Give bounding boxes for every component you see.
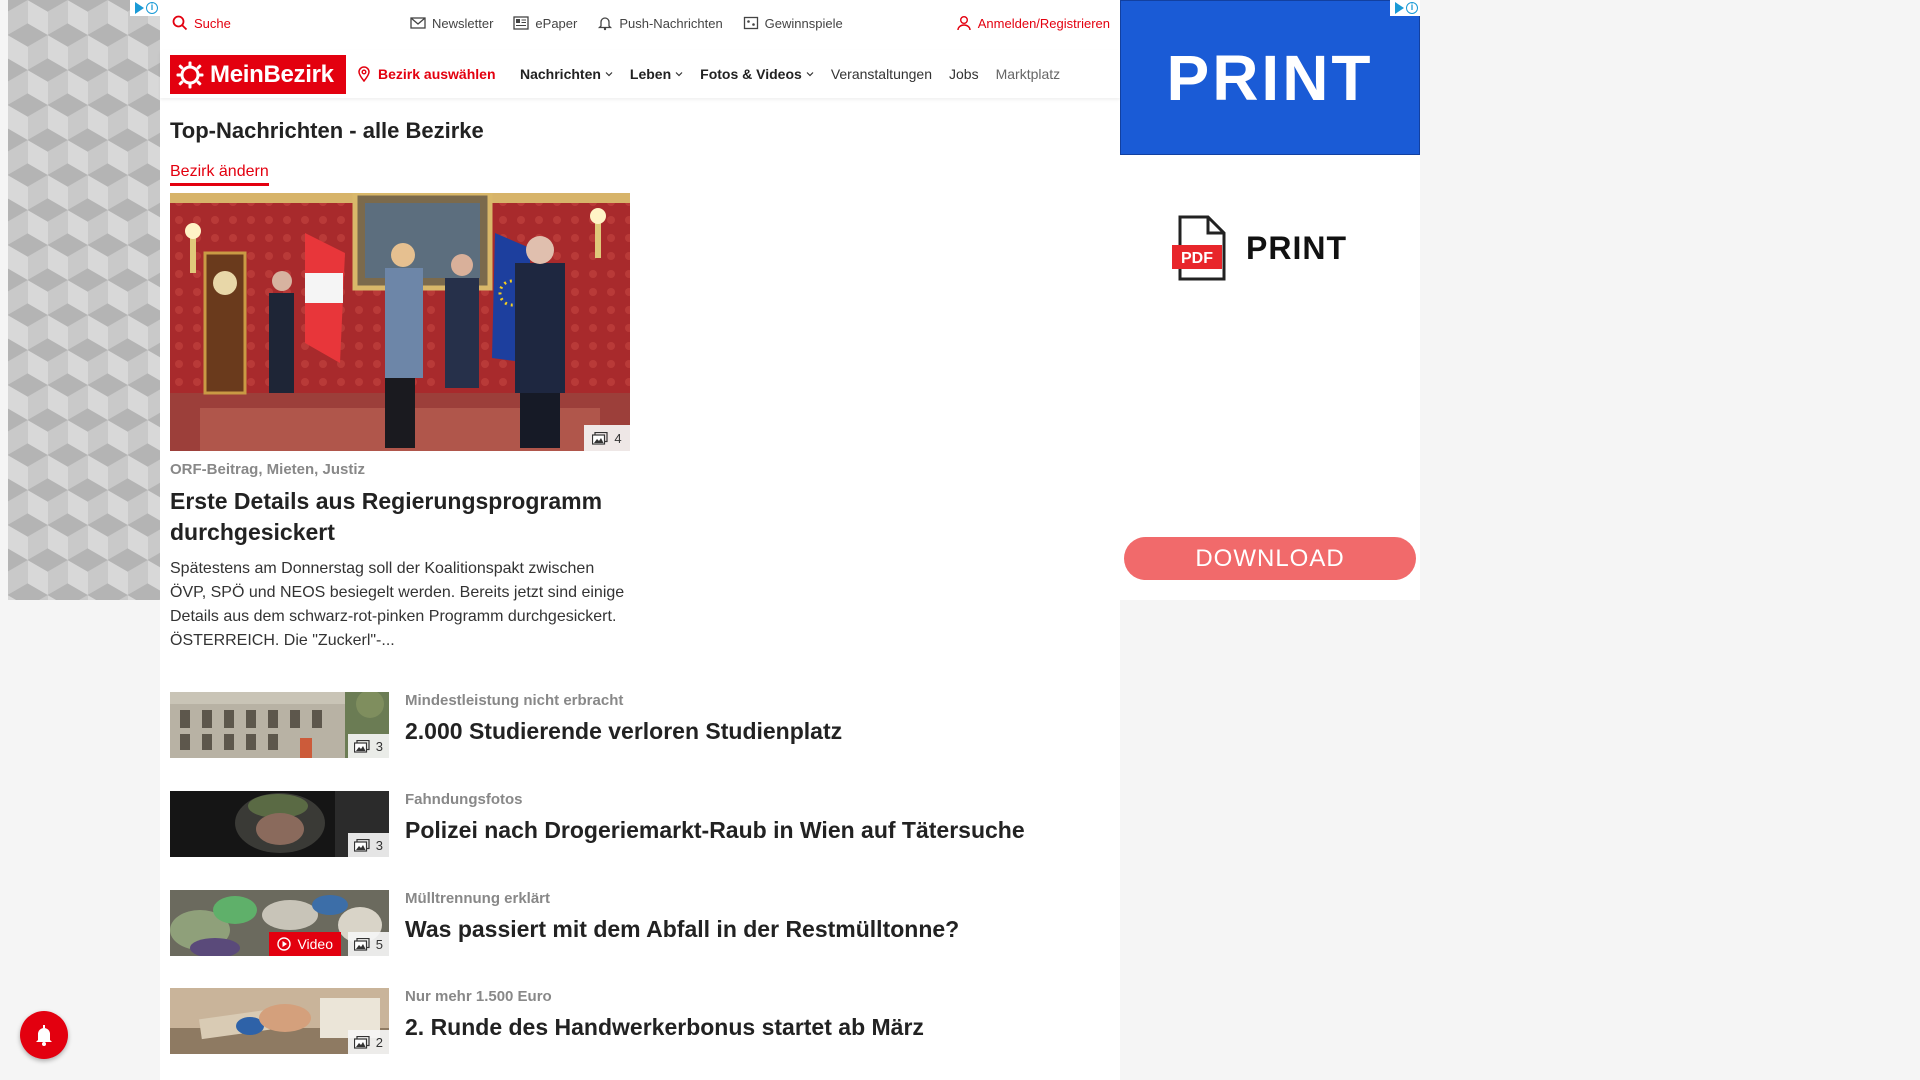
search-icon [172, 15, 188, 31]
hero-headline-link[interactable]: Erste Details aus Regierungsprogramm dur… [170, 486, 640, 548]
gallery-icon [353, 937, 370, 951]
article-thumbnail[interactable]: 3 [170, 692, 389, 758]
nav-item-fotos-videos[interactable]: Fotos & Videos [700, 66, 814, 82]
gallery-icon [353, 838, 370, 852]
push-notifications-link[interactable]: Push-Nachrichten [597, 15, 723, 31]
gewinnspiele-link[interactable]: Gewinnspiele [743, 15, 843, 31]
gallery-icon [592, 431, 608, 445]
nav-item-label: Marktplatz [995, 66, 1061, 82]
logo-text: MeinBezirk [210, 60, 334, 88]
image-count-badge: 2 [347, 1030, 389, 1054]
article-kicker: Mülltrennung erklärt [405, 890, 551, 907]
bell-icon [598, 17, 613, 31]
image-count: 2 [375, 1034, 383, 1050]
nav-item-leben[interactable]: Leben [630, 66, 683, 82]
article-item[interactable]: 3 Mindestleistung nicht erbracht 2.000 S… [170, 692, 1070, 758]
nav-item-veranstaltungen[interactable]: Veranstaltungen [831, 66, 932, 82]
search-label: Suche [194, 15, 231, 31]
adchoices-icon[interactable]: i [130, 0, 160, 16]
push-notifications-label: Push-Nachrichten [619, 15, 723, 31]
article-item[interactable]: 2 Nur mehr 1.500 Euro 2. Runde des Handw… [170, 988, 1070, 1054]
left-skyscraper-ad[interactable]: i [8, 0, 160, 600]
hero-article-image[interactable]: 4 [170, 193, 630, 451]
nav-item-jobs[interactable]: Jobs [949, 66, 979, 82]
adchoices-icon[interactable]: i [1390, 0, 1420, 16]
nav-item-marktplatz[interactable]: Marktplatz [996, 66, 1061, 82]
hero-kicker: ORF-Beitrag, Mieten, Justiz [170, 461, 366, 478]
gallery-icon [353, 1035, 370, 1049]
login-label: Anmelden/Registrieren [977, 15, 1110, 31]
bezirk-select-label: Bezirk auswählen [378, 66, 496, 82]
pdf-print-row: PDF PRINT [1172, 215, 1347, 281]
nav-item-label: Veranstaltungen [830, 66, 933, 82]
top-utility-bar: Suche Newsletter ePaper Push-Nachrichten… [160, 0, 1120, 46]
article-headline-link[interactable]: 2. Runde des Handwerkerbonus startet ab … [405, 1014, 924, 1041]
pdf-badge-text: PDF [1181, 250, 1213, 267]
bezirk-select-button[interactable]: Bezirk auswählen [356, 66, 496, 82]
bell-icon [36, 1025, 52, 1046]
chevron-down-icon [675, 72, 683, 77]
hero-photo [170, 193, 630, 451]
image-count-badge: 5 [347, 932, 389, 956]
gallery-icon [353, 739, 370, 753]
epaper-link[interactable]: ePaper [513, 15, 577, 31]
search-link[interactable]: Suche [172, 15, 231, 31]
article-headline-link[interactable]: Polizei nach Drogeriemarkt-Raub in Wien … [405, 817, 1025, 844]
article-kicker: Fahndungsfotos [405, 791, 523, 808]
hero-teaser: Spätestens am Donnerstag soll der Koalit… [170, 560, 625, 649]
nav-item-label: Fotos & Videos [700, 66, 802, 82]
main-navigation: MeinBezirk Bezirk auswählen Nachrichten … [160, 50, 1120, 98]
print-ad-banner[interactable]: PRINT [1120, 0, 1420, 155]
newsletter-label: Newsletter [432, 15, 494, 31]
gewinnspiele-label: Gewinnspiele [764, 15, 843, 31]
image-count-badge: 3 [347, 833, 389, 857]
meinbezirk-logo[interactable]: MeinBezirk [170, 55, 346, 94]
article-thumbnail[interactable]: Video 5 [170, 890, 389, 956]
article-kicker: Nur mehr 1.500 Euro [405, 988, 552, 1005]
right-ad[interactable]: PRINT i PDF PRINT DOWNLOAD [1120, 0, 1420, 600]
logo-sun-icon [176, 61, 204, 88]
page-title: Top-Nachrichten - alle Bezirke [170, 118, 484, 143]
article-headline-link[interactable]: Was passiert mit dem Abfall in der Restm… [405, 916, 959, 943]
newsletter-link[interactable]: Newsletter [410, 15, 493, 31]
main-column: Suche Newsletter ePaper Push-Nachrichten… [160, 0, 1120, 1080]
location-pin-icon [358, 66, 370, 82]
notification-bell-button[interactable] [20, 1011, 68, 1059]
chevron-down-icon [605, 72, 613, 77]
image-count-badge: 4 [584, 425, 630, 451]
newspaper-icon [513, 16, 530, 30]
mail-icon [410, 17, 426, 29]
image-count-badge: 3 [347, 734, 389, 758]
article-item[interactable]: 3 Fahndungsfotos Polizei nach Drogeriema… [170, 791, 1070, 857]
image-count: 4 [614, 430, 622, 446]
nav-item-label: Leben [629, 66, 672, 82]
chevron-down-icon [806, 72, 814, 77]
change-district-link[interactable]: Bezirk ändern [170, 163, 269, 186]
pdf-file-icon: PDF [1172, 215, 1226, 281]
article-thumbnail[interactable]: 2 [170, 988, 389, 1054]
image-count: 5 [375, 936, 383, 952]
play-icon [277, 937, 292, 951]
article-item[interactable]: Video 5 Mülltrennung erklärt Was passier… [170, 890, 1070, 956]
nav-item-nachrichten[interactable]: Nachrichten [520, 66, 613, 82]
article-thumbnail[interactable]: 3 [170, 791, 389, 857]
image-count: 3 [375, 738, 383, 754]
video-label: Video [297, 936, 333, 952]
gift-icon [743, 16, 758, 30]
download-button[interactable]: DOWNLOAD [1124, 537, 1416, 580]
epaper-label: ePaper [535, 15, 578, 31]
nav-item-label: Jobs [949, 66, 979, 82]
article-kicker: Mindestleistung nicht erbracht [405, 692, 624, 709]
user-icon [957, 16, 971, 31]
video-badge: Video [269, 932, 341, 956]
nav-item-label: Nachrichten [520, 66, 601, 82]
pdf-print-label: PRINT [1246, 229, 1347, 266]
login-link[interactable]: Anmelden/Registrieren [956, 15, 1110, 31]
image-count: 3 [375, 837, 383, 853]
article-headline-link[interactable]: 2.000 Studierende verloren Studienplatz [405, 718, 842, 745]
